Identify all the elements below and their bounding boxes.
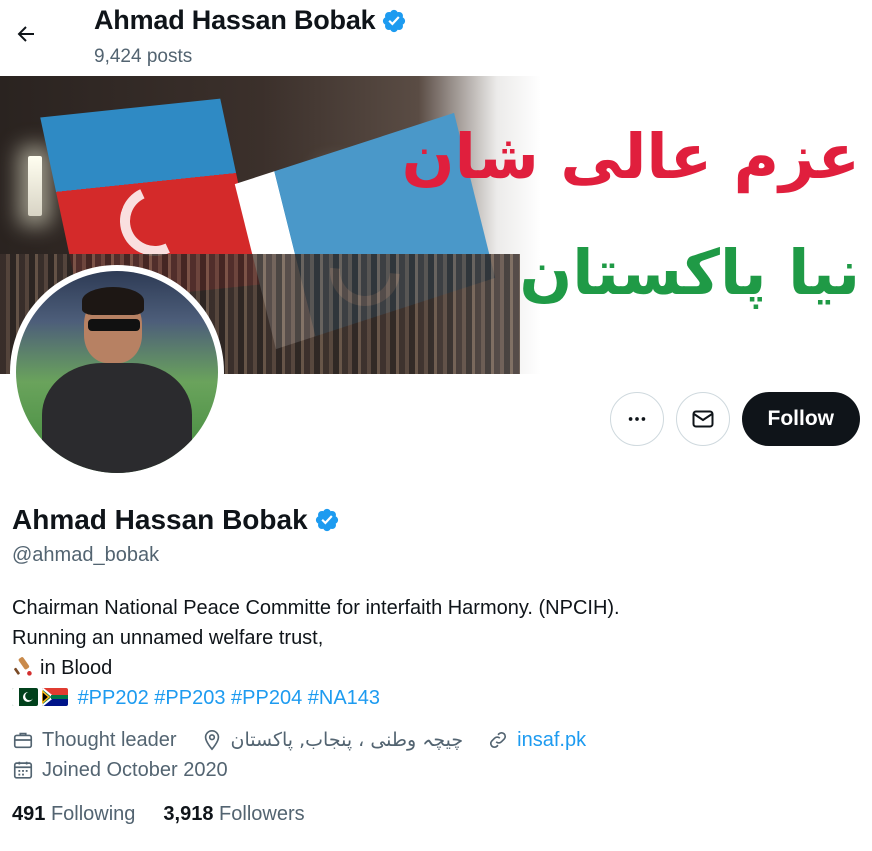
follow-button[interactable]: Follow: [741, 392, 860, 446]
category-text: Thought leader: [42, 729, 177, 751]
avatar-sunglasses: [88, 319, 140, 331]
profile-info: Ahmad Hassan Bobak @ahmad_bobak Chairman…: [12, 500, 862, 826]
location-pin-icon: [204, 730, 219, 751]
hashtag-link[interactable]: #PP203: [154, 687, 225, 709]
follow-stats: 491 Following 3,918 Followers: [12, 803, 862, 826]
meta-row: Joined October 2020: [12, 755, 862, 785]
verified-badge-icon: [383, 9, 406, 32]
pakistan-flag-icon: [12, 688, 38, 706]
message-button[interactable]: [675, 392, 730, 446]
followers-label: Followers: [219, 803, 305, 825]
joined-item: Joined October 2020: [12, 755, 228, 785]
header-name: Ahmad Hassan Bobak: [94, 5, 376, 35]
cricket-bat-icon: [14, 657, 32, 676]
following-count: 491: [12, 803, 46, 825]
following-link[interactable]: 491 Following: [12, 803, 135, 826]
avatar-hair: [82, 287, 144, 315]
back-arrow-icon: [17, 26, 34, 42]
top-bar: Ahmad Hassan Bobak 9,424 posts: [0, 0, 872, 76]
calendar-icon: [13, 761, 33, 779]
envelope-icon: [692, 410, 713, 428]
joined-text: Joined October 2020: [42, 759, 228, 781]
hashtag-link[interactable]: #PP204: [231, 687, 302, 709]
bio-hashtags: #PP202 #PP203 #PP204 #NA143: [12, 683, 862, 713]
stadium-light: [28, 156, 42, 216]
bio-line: in Blood: [12, 653, 862, 683]
hashtag-link[interactable]: #PP202: [78, 687, 149, 709]
more-dots-icon: [628, 417, 645, 421]
followers-count: 3,918: [163, 803, 214, 825]
banner-urdu-line2: نیا پاکستان: [519, 236, 860, 309]
avatar-image: [16, 271, 218, 473]
link-icon: [490, 731, 507, 749]
profile-handle: @ahmad_bobak: [12, 544, 160, 566]
briefcase-icon: [13, 732, 33, 749]
avatar[interactable]: [10, 265, 224, 479]
header-name-row: Ahmad Hassan Bobak: [94, 5, 407, 36]
bio-line: Chairman National Peace Committe for int…: [12, 597, 620, 619]
location-item: چیچہ وطنی ، پنجاب, پاکستان: [201, 725, 464, 755]
posts-count: 9,424 posts: [94, 46, 193, 67]
location-text: چیچہ وطنی ، پنجاب, پاکستان: [230, 729, 464, 751]
following-label: Following: [50, 803, 136, 825]
more-options-button[interactable]: [609, 392, 664, 446]
profile-name: Ahmad Hassan Bobak: [12, 504, 308, 535]
followers-link[interactable]: 3,918 Followers: [163, 803, 304, 826]
profile-meta: Thought leader چیچہ وطنی ، پنجاب, پاکستا…: [12, 725, 862, 785]
meta-row: Thought leader چیچہ وطنی ، پنجاب, پاکستا…: [12, 725, 862, 755]
bio-line: Running an unnamed welfare trust,: [12, 627, 324, 649]
website-link[interactable]: insaf.pk: [517, 725, 586, 755]
hashtag-link[interactable]: #NA143: [308, 687, 380, 709]
website-item: insaf.pk: [487, 725, 586, 755]
profile-name-row: Ahmad Hassan Bobak: [12, 500, 862, 540]
avatar-shirt: [42, 363, 192, 473]
back-button[interactable]: [8, 16, 44, 52]
banner-urdu-line1: عزم عالی شان: [401, 120, 860, 193]
verified-badge-icon[interactable]: [314, 507, 340, 533]
south-africa-flag-icon: [42, 688, 68, 706]
profile-bio: Chairman National Peace Committe for int…: [12, 593, 862, 713]
bio-text: in Blood: [40, 657, 113, 679]
category-item: Thought leader: [12, 725, 177, 755]
profile-actions: Follow: [609, 392, 860, 446]
